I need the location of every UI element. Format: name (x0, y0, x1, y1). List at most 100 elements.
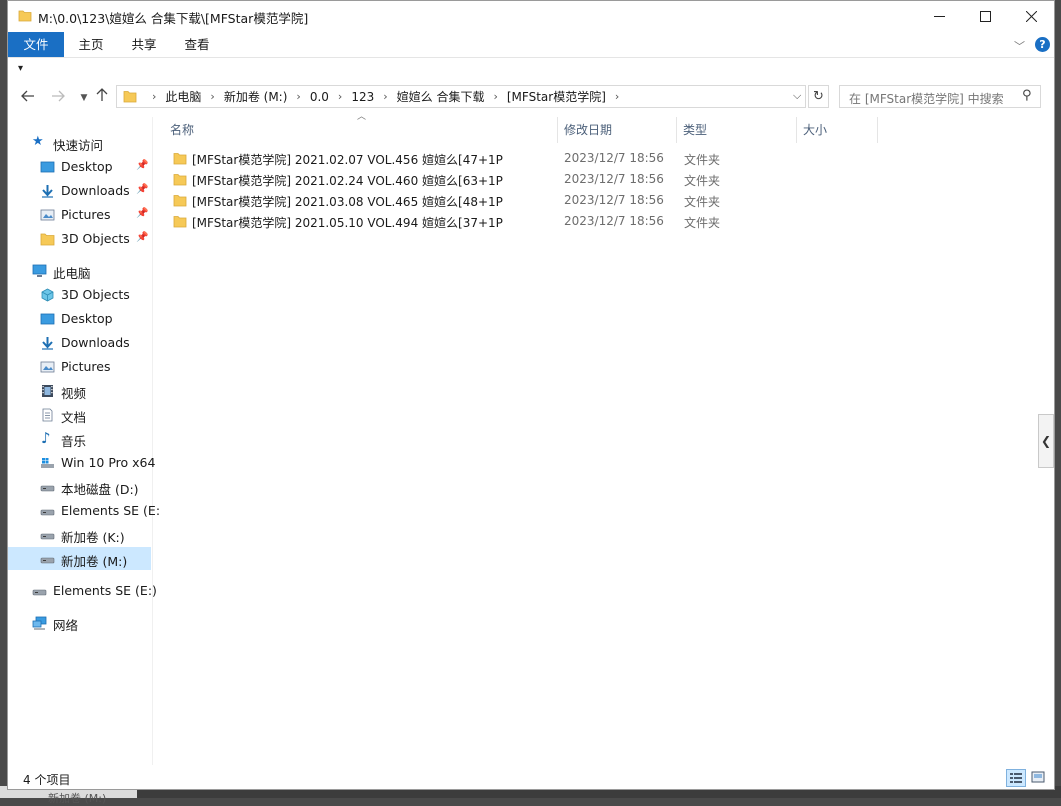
file-type: 文件夹 (684, 174, 721, 188)
help-icon[interactable]: ? (1035, 37, 1050, 52)
sidebar-item-network[interactable]: 网络 (8, 611, 151, 634)
table-row[interactable]: [MFStar模范学院] 2021.05.10 VOL.494 媗媗么[37+1… (168, 211, 768, 232)
tab-view[interactable]: 查看 (174, 32, 220, 57)
sidebar-item-label: Pictures (61, 207, 111, 222)
file-name: [MFStar模范学院] 2021.05.10 VOL.494 媗媗么[37+1… (192, 216, 503, 230)
tab-home[interactable]: 主页 (68, 32, 114, 57)
up-button[interactable] (92, 88, 112, 108)
explorer-window: M:\0.0\123\媗媗么 合集下载\[MFStar模范学院] 文件 主页 共… (7, 0, 1055, 790)
title-bar[interactable]: M:\0.0\123\媗媗么 合集下载\[MFStar模范学院] (8, 1, 1054, 32)
column-size[interactable]: 大小 (797, 117, 878, 143)
sidebar-item-videos[interactable]: 视频 (8, 379, 151, 402)
star-icon: ★ (32, 134, 44, 149)
sidebar-item-drive-c[interactable]: Win 10 Pro x64 (8, 451, 155, 474)
details-view-button[interactable] (1006, 769, 1026, 787)
breadcrumb-drive-m[interactable]: 新加卷 (M:) (224, 88, 288, 105)
chevron-right-icon[interactable]: › (493, 90, 497, 103)
table-row[interactable]: [MFStar模范学院] 2021.02.07 VOL.456 媗媗么[47+1… (168, 148, 768, 169)
minimize-button[interactable] (916, 1, 962, 32)
pin-icon[interactable]: 📌 (136, 232, 148, 243)
chevron-down-icon: ▼ (80, 93, 88, 103)
pictures-icon (40, 361, 55, 373)
sidebar-item-label: Downloads (61, 335, 130, 350)
sidebar-item-label: 新加卷 (M:) (61, 554, 128, 569)
chevron-right-icon[interactable]: › (338, 90, 342, 103)
table-row[interactable]: [MFStar模范学院] 2021.02.24 VOL.460 媗媗么[63+1… (168, 169, 768, 190)
sidebar-item-label: 文档 (61, 410, 87, 425)
sidebar-item-desktop[interactable]: Desktop 📌 (8, 155, 151, 178)
sidebar-item-drive-d[interactable]: 本地磁盘 (D:) (8, 475, 151, 498)
sidebar-item-label: 网络 (53, 618, 79, 633)
sidebar-item-label: 此电脑 (53, 266, 91, 281)
column-name[interactable]: 名称 (164, 117, 558, 143)
breadcrumb-collection[interactable]: 媗媗么 合集下载 (397, 88, 485, 105)
sidebar-item-elements-se[interactable]: Elements SE (E:) (8, 579, 157, 602)
sidebar-item-downloads-pc[interactable]: Downloads (8, 331, 151, 354)
sidebar-item-label: 新加卷 (K:) (61, 530, 125, 545)
sidebar-item-drive-e[interactable]: Elements SE (E: (8, 499, 160, 522)
arrow-right-icon (52, 90, 65, 102)
sidebar-item-drive-k[interactable]: 新加卷 (K:) (8, 523, 151, 546)
expand-ribbon-icon[interactable]: ﹀ (1014, 38, 1025, 54)
file-name: [MFStar模范学院] 2021.02.07 VOL.456 媗媗么[47+1… (192, 153, 503, 167)
sidebar-item-documents[interactable]: 文档 (8, 403, 151, 426)
breadcrumb-0-0[interactable]: 0.0 (310, 90, 329, 104)
column-date-modified[interactable]: 修改日期 (558, 117, 677, 143)
desktop-icon (40, 161, 55, 173)
refresh-icon: ↻ (813, 89, 824, 104)
search-icon[interactable]: ⚲ (1022, 88, 1032, 103)
back-button[interactable] (18, 88, 38, 108)
tab-file[interactable]: 文件 (8, 32, 64, 57)
sidebar-item-downloads[interactable]: Downloads 📌 (8, 179, 151, 202)
breadcrumb-123[interactable]: 123 (351, 90, 374, 104)
details-view-icon (1010, 773, 1022, 783)
recent-locations-button[interactable]: ▼ (74, 88, 94, 108)
column-type[interactable]: 类型 (677, 117, 797, 143)
arrow-left-icon (21, 90, 34, 102)
pin-icon[interactable]: 📌 (136, 208, 148, 219)
chevron-right-icon[interactable]: › (296, 90, 300, 103)
file-date: 2023/12/7 18:56 (564, 172, 664, 186)
column-header: 名称 修改日期 类型 大小 (158, 117, 878, 143)
sidebar-item-pictures-pc[interactable]: Pictures (8, 355, 151, 378)
breadcrumb-this-pc[interactable]: 此电脑 (165, 88, 201, 105)
preview-pane-toggle[interactable]: ❮ (1038, 414, 1054, 468)
file-date: 2023/12/7 18:56 (564, 193, 664, 207)
quick-access-toolbar-dropdown-icon[interactable]: ▾ (18, 63, 23, 74)
maximize-button[interactable] (962, 1, 1008, 32)
sidebar-item-3d-objects[interactable]: 3D Objects (8, 283, 151, 306)
sidebar-item-label: Win 10 Pro x64 (61, 455, 156, 470)
file-date: 2023/12/7 18:56 (564, 151, 664, 165)
sidebar-item-desktop-pc[interactable]: Desktop (8, 307, 151, 330)
folder-icon (173, 216, 187, 228)
download-arrow-icon (42, 185, 53, 198)
chevron-right-icon[interactable]: › (383, 90, 387, 103)
pin-icon[interactable]: 📌 (136, 160, 148, 171)
sidebar-item-pictures[interactable]: Pictures 📌 (8, 203, 151, 226)
sidebar-item-music[interactable]: ♪ 音乐 (8, 427, 151, 450)
forward-button[interactable] (48, 88, 68, 108)
refresh-button[interactable]: ↻ (808, 85, 829, 108)
sidebar-item-3d-objects-quick[interactable]: 3D Objects 📌 (8, 227, 151, 250)
sidebar-item-label: 快速访问 (53, 138, 104, 153)
minimize-icon (933, 16, 945, 17)
drive-icon (32, 589, 47, 596)
pin-icon[interactable]: 📌 (136, 184, 148, 195)
folder-icon (123, 91, 137, 103)
search-input[interactable]: 在 [MFStar模范学院] 中搜索 ⚲ (839, 85, 1041, 108)
chevron-right-icon[interactable]: › (152, 90, 156, 103)
document-icon (42, 408, 53, 422)
address-dropdown-icon[interactable]: ⌵ (793, 89, 801, 103)
folder-icon (173, 153, 187, 165)
chevron-right-icon[interactable]: › (210, 90, 214, 103)
large-icons-view-button[interactable] (1029, 769, 1049, 787)
chevron-right-icon[interactable]: › (615, 90, 619, 103)
breadcrumb-current[interactable]: [MFStar模范学院] (507, 88, 606, 105)
sidebar-item-drive-m[interactable]: 新加卷 (M:) (8, 547, 151, 570)
tab-share[interactable]: 共享 (121, 32, 167, 57)
sidebar-item-this-pc[interactable]: 此电脑 (8, 259, 151, 282)
table-row[interactable]: [MFStar模范学院] 2021.03.08 VOL.465 媗媗么[48+1… (168, 190, 768, 211)
sidebar-item-quick-access[interactable]: ★ 快速访问 (8, 131, 151, 154)
address-bar[interactable]: › 此电脑 › 新加卷 (M:) › 0.0 › 123 › 媗媗么 合集下载 … (116, 85, 806, 108)
close-button[interactable] (1008, 1, 1054, 32)
